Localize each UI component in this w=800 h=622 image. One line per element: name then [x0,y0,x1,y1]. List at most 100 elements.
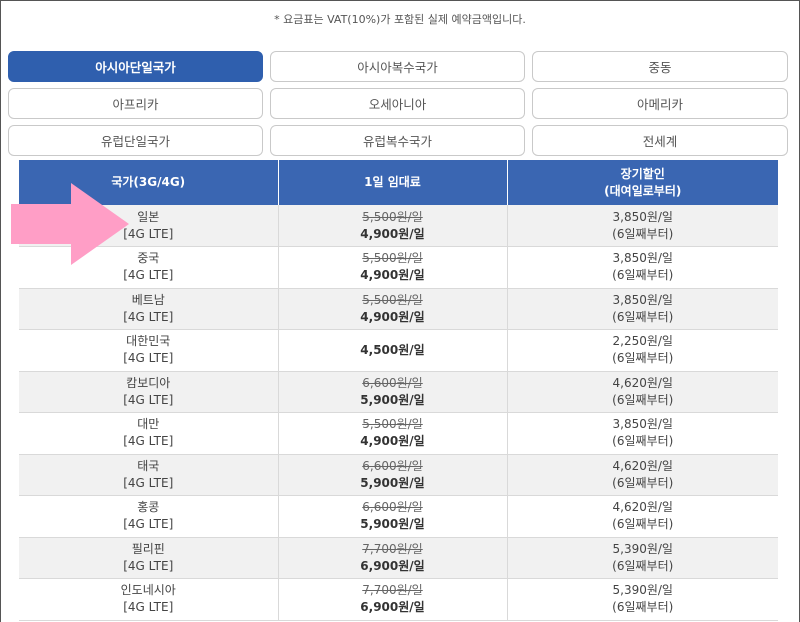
country-name: 베트남 [131,292,165,307]
long-term-cell: 3,850원/일 (6일째부터) [507,246,778,289]
tab-region-6[interactable]: 유럽단일국가 [8,125,263,156]
original-price: 7,700원/일 [362,541,423,556]
table-row: 베트남 [4G LTE] 5,500원/일 4,900원/일 3,850원/일 (6일째부… [19,288,778,330]
long-term-cell: 3,850원/일 (6일째부터) [507,412,778,455]
sale-price: 4,500원/일 [360,342,425,357]
long-term-from: (6일째부터) [612,517,674,532]
sale-price: 5,900원/일 [360,475,425,490]
original-price: 7,700원/일 [362,583,423,598]
table-row: 일본 [4G LTE] 5,500원/일 4,900원/일 3,850원/일 (6일째부터… [19,205,778,247]
sale-price: 6,900원/일 [360,600,425,615]
daily-rate-cell: 4,500원/일 [278,329,508,372]
country-name: 인도네시아 [120,583,176,598]
tab-region-5[interactable]: 아메리카 [532,88,788,119]
sale-price: 5,900원/일 [360,392,425,407]
network-type: [4G LTE] [123,600,174,615]
region-tabs: 아시아단일국가 아시아복수국가 중동아프리카 오세아니아 아메리카유럽단일국가 유럽복수국… [8,51,792,156]
tab-region-7[interactable]: 유럽복수국가 [270,125,525,156]
tab-region-0[interactable]: 아시아단일국가 [8,51,263,82]
tab-region-2[interactable]: 중동 [532,51,788,82]
sale-price: 4,900원/일 [360,309,425,324]
long-term-cell: 3,850원/일 (6일째부터) [507,288,778,330]
daily-rate-cell: 5,500원/일 4,900원/일 [278,205,508,247]
header-long-term-label: 장기할인 [620,166,665,181]
original-price: 6,600원/일 [362,500,423,515]
long-term-from: (6일째부터) [612,226,674,241]
tab-region-4[interactable]: 오세아니아 [270,88,525,119]
table-row: 필리핀 [4G LTE] 7,700원/일 6,900원/일 5,390원/일 (6일째부… [19,537,778,579]
long-term-from: (6일째부터) [612,268,674,283]
network-type: [4G LTE] [123,268,174,283]
original-price: 5,500원/일 [362,251,423,266]
country-name: 홍콩 [137,500,160,515]
original-price: 6,600원/일 [362,458,423,473]
country-cell: 베트남 [4G LTE] [19,288,279,330]
country-cell: 인도네시아 [4G LTE] [19,578,279,621]
daily-rate-cell: 6,600원/일 5,900원/일 [278,454,508,496]
daily-rate-cell: 7,700원/일 6,900원/일 [278,537,508,579]
original-price: 5,500원/일 [362,417,423,432]
long-term-from: (6일째부터) [612,434,674,449]
country-cell: 대한민국 [4G LTE] [19,329,279,372]
sale-price: 4,900원/일 [360,268,425,283]
original-price: 5,500원/일 [362,292,423,307]
long-term-price: 4,620원/일 [612,500,673,515]
table-row: 인도네시아 [4G LTE] 7,700원/일 6,900원/일 5,390원/일 (6일… [19,578,778,621]
country-cell: 대만 [4G LTE] [19,412,279,455]
daily-rate-cell: 6,600원/일 5,900원/일 [278,495,508,538]
long-term-cell: 5,390원/일 (6일째부터) [507,578,778,621]
country-name: 태국 [137,458,160,473]
table-row: 중국 [4G LTE] 5,500원/일 4,900원/일 3,850원/일 (6일째부터… [19,246,778,289]
network-type: [4G LTE] [123,434,174,449]
daily-rate-cell: 5,500원/일 4,900원/일 [278,288,508,330]
daily-rate-cell: 6,600원/일 5,900원/일 [278,371,508,413]
long-term-price: 3,850원/일 [612,292,673,307]
country-cell: 태국 [4G LTE] [19,454,279,496]
network-type: [4G LTE] [123,475,174,490]
daily-rate-cell: 7,700원/일 6,900원/일 [278,578,508,621]
header-long-term-sub: (대여일로부터) [604,183,682,198]
daily-rate-cell: 5,500원/일 4,900원/일 [278,412,508,455]
header-long-term: 장기할인 (대여일로부터) [507,160,778,205]
table-row: 대만 [4G LTE] 5,500원/일 4,900원/일 3,850원/일 (6일째부터… [19,412,778,455]
long-term-from: (6일째부터) [612,558,674,573]
long-term-cell: 2,250원/일 (6일째부터) [507,329,778,372]
table-row: 태국 [4G LTE] 6,600원/일 5,900원/일 4,620원/일 (6일째부터… [19,454,778,496]
price-table: 국가(3G/4G) 1일 임대료 장기할인 (대여일로부터) 일본 [4G LTE… [19,160,778,621]
sale-price: 5,900원/일 [360,517,425,532]
network-type: [4G LTE] [123,351,174,366]
tab-region-8[interactable]: 전세계 [532,125,788,156]
long-term-from: (6일째부터) [612,309,674,324]
vat-notice: * 요금표는 VAT(10%)가 포함된 실제 예약금액입니다. [274,13,526,26]
long-term-cell: 4,620원/일 (6일째부터) [507,371,778,413]
country-name: 캄보디아 [126,375,171,390]
daily-rate-cell: 5,500원/일 4,900원/일 [278,246,508,289]
long-term-price: 5,390원/일 [612,541,673,556]
long-term-price: 3,850원/일 [612,417,673,432]
long-term-from: (6일째부터) [612,351,674,366]
header-daily-rate: 1일 임대료 [278,160,508,205]
tab-region-1[interactable]: 아시아복수국가 [270,51,525,82]
long-term-from: (6일째부터) [612,600,674,615]
network-type: [4G LTE] [123,392,174,407]
long-term-price: 5,390원/일 [612,583,673,598]
long-term-price: 3,850원/일 [612,251,673,266]
long-term-cell: 3,850원/일 (6일째부터) [507,205,778,247]
tab-region-3[interactable]: 아프리카 [8,88,263,119]
table-row: 홍콩 [4G LTE] 6,600원/일 5,900원/일 4,620원/일 (6일째부터… [19,495,778,538]
country-name: 대한민국 [126,334,171,349]
sale-price: 6,900원/일 [360,558,425,573]
long-term-from: (6일째부터) [612,475,674,490]
long-term-cell: 4,620원/일 (6일째부터) [507,495,778,538]
country-name: 대만 [137,417,160,432]
long-term-price: 2,250원/일 [612,334,673,349]
network-type: [4G LTE] [123,309,174,324]
long-term-from: (6일째부터) [612,392,674,407]
long-term-price: 4,620원/일 [612,458,673,473]
long-term-cell: 4,620원/일 (6일째부터) [507,454,778,496]
network-type: [4G LTE] [123,558,174,573]
country-name: 필리핀 [131,541,165,556]
country-cell: 홍콩 [4G LTE] [19,495,279,538]
network-type: [4G LTE] [123,517,174,532]
country-cell: 캄보디아 [4G LTE] [19,371,279,413]
